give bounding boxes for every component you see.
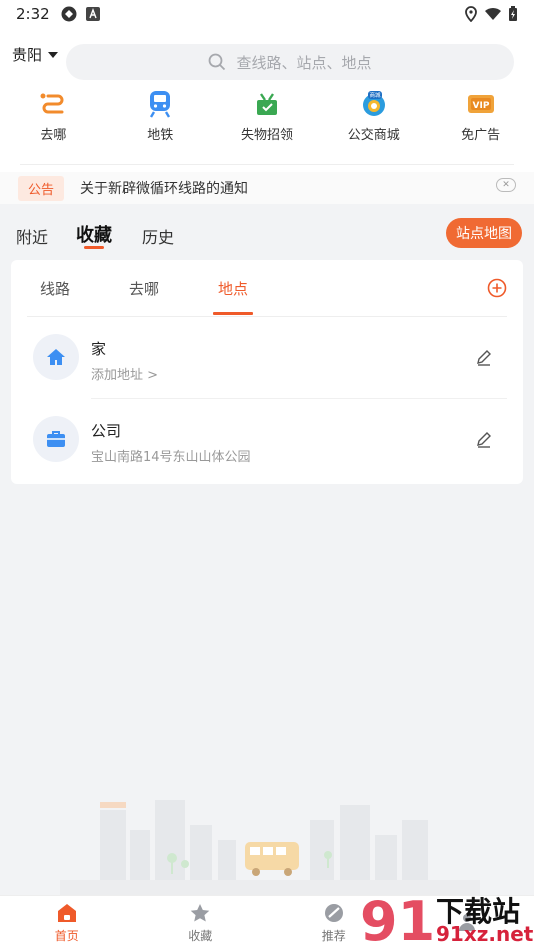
top-panel: 贵阳 查线路、站点、地点 去哪 地铁 失物招领 商城 公交商城 VIP 免广告 … xyxy=(0,28,534,204)
place-avatar xyxy=(33,416,79,462)
quick-actions: 去哪 地铁 失物招领 商城 公交商城 VIP 免广告 xyxy=(0,90,534,143)
route-icon xyxy=(40,93,64,114)
search-placeholder: 查线路、站点、地点 xyxy=(236,53,372,72)
place-row-home[interactable]: 家 添加地址 > xyxy=(11,318,523,398)
caret-down-icon xyxy=(48,51,59,58)
subtab-places[interactable]: 地点 xyxy=(218,278,248,299)
quick-action-label: 公交商城 xyxy=(347,128,400,143)
station-map-button[interactable]: 站点地图 xyxy=(446,218,522,248)
sub-tabs: 线路 去哪 地点 xyxy=(11,260,523,316)
favorites-card: 线路 去哪 地点 家 添加地址 > 公司 宝山南路14号东山山体公园 xyxy=(11,260,523,484)
subway-icon xyxy=(150,91,171,118)
notice-bar[interactable]: 公告 关于新辟微循环线路的通知 ✕ xyxy=(0,172,534,204)
subtab-indicator xyxy=(213,312,253,315)
city-name: 贵阳 xyxy=(12,46,43,64)
city-selector[interactable]: 贵阳 xyxy=(12,44,59,65)
quick-action-label: 免广告 xyxy=(461,128,501,143)
subtab-destinations[interactable]: 去哪 xyxy=(129,278,159,299)
quick-action-subway[interactable]: 地铁 xyxy=(107,90,214,143)
edit-icon[interactable] xyxy=(475,430,493,448)
watermark-logo-text: 91 xyxy=(360,890,432,948)
sync-icon xyxy=(61,6,77,22)
location-icon xyxy=(465,6,477,22)
watermark: 91 下载站 91xz.net xyxy=(360,888,534,950)
divider xyxy=(91,398,507,399)
edit-icon[interactable] xyxy=(475,348,493,366)
quick-action-label: 失物招领 xyxy=(240,128,293,143)
place-row-company[interactable]: 公司 宝山南路14号东山山体公园 xyxy=(11,400,523,480)
vip-badge-text: VIP xyxy=(472,101,489,111)
search-input[interactable]: 查线路、站点、地点 xyxy=(66,44,514,80)
tab-history[interactable]: 历史 xyxy=(142,224,174,248)
quick-action-label: 地铁 xyxy=(147,128,174,143)
place-avatar xyxy=(33,334,79,380)
close-icon[interactable]: ✕ xyxy=(496,178,516,192)
nav-home[interactable]: 首页 xyxy=(0,896,134,950)
wifi-icon xyxy=(485,7,501,20)
place-address[interactable]: 添加地址 > xyxy=(91,364,158,383)
add-place-icon[interactable] xyxy=(487,278,507,298)
battery-icon xyxy=(509,6,517,21)
watermark-logo: 91 xyxy=(360,890,432,948)
divider xyxy=(27,316,507,317)
mall-badge-text: 商城 xyxy=(369,91,381,99)
home-nav-icon xyxy=(57,904,76,922)
quick-action-go[interactable]: 去哪 xyxy=(0,90,107,143)
quick-action-no-ads[interactable]: VIP 免广告 xyxy=(427,90,534,143)
quick-action-lost-found[interactable]: 失物招领 xyxy=(214,90,321,143)
recommend-icon xyxy=(324,904,343,922)
quick-action-label: 去哪 xyxy=(40,128,67,143)
tab-indicator xyxy=(84,246,104,249)
place-address: 宝山南路14号东山山体公园 xyxy=(91,450,251,465)
watermark-url: 91xz.net xyxy=(436,922,534,946)
place-name: 公司 xyxy=(91,422,122,440)
search-icon xyxy=(209,53,226,71)
tab-favorites[interactable]: 收藏 xyxy=(76,221,112,247)
star-icon xyxy=(190,904,210,922)
status-time: 2:32 xyxy=(16,5,50,23)
nav-favorites[interactable]: 收藏 xyxy=(134,896,268,950)
quick-action-mall[interactable]: 商城 公交商城 xyxy=(320,90,427,143)
nav-label: 推荐 xyxy=(321,929,346,943)
nav-label: 首页 xyxy=(54,929,79,943)
vip-icon: VIP xyxy=(467,95,494,113)
tab-nearby[interactable]: 附近 xyxy=(16,224,48,248)
status-bar: 2:32 xyxy=(0,0,534,28)
notice-text: 关于新辟微循环线路的通知 xyxy=(80,181,249,197)
briefcase-icon xyxy=(47,431,65,447)
mall-icon: 商城 xyxy=(362,91,385,116)
place-name: 家 xyxy=(91,340,107,358)
app-notification-icon xyxy=(85,7,100,21)
divider xyxy=(20,164,514,165)
lost-found-icon xyxy=(256,93,277,115)
nav-label: 收藏 xyxy=(188,929,213,943)
home-icon xyxy=(47,349,65,365)
city-illustration xyxy=(60,800,480,895)
subtab-routes[interactable]: 线路 xyxy=(40,278,70,299)
notice-tag: 公告 xyxy=(18,175,65,201)
